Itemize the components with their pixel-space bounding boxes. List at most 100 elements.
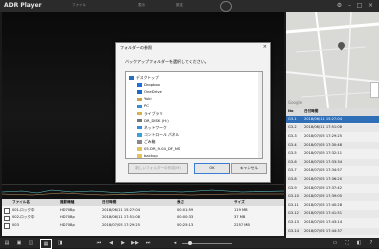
list-item-time: 2018/07/05 17:39:05 <box>304 194 342 199</box>
table-cell-date: 2018/07/05 17:29:25 <box>102 222 140 227</box>
cancel-button[interactable]: キャンセル <box>231 163 267 174</box>
g-sensor-chart <box>2 189 284 196</box>
tree-node-label: Yuki <box>144 96 152 102</box>
list-item-no: G3-3 <box>288 134 297 138</box>
volume-icon[interactable]: ◂ <box>170 239 180 247</box>
list-item[interactable]: G3-12 2018/07/05 17:41:51 <box>286 210 379 218</box>
table-cell-name: 001-ロック中 <box>12 207 35 212</box>
list-item-time: 2018/06/11 15:27:04 <box>304 116 342 121</box>
tree-scrollbar[interactable] <box>258 72 262 158</box>
list-item[interactable]: G3-9 2018/07/05 17:37:42 <box>286 185 379 193</box>
dialog-close-icon[interactable]: × <box>263 44 267 50</box>
list-item-time: 2018/07/05 17:41:51 <box>304 211 342 216</box>
zoom-control[interactable] <box>370 82 379 98</box>
next-icon[interactable]: ⏭ <box>143 239 153 247</box>
list-item-time: 2018/07/05 17:32:11 <box>304 151 342 156</box>
tree-node-label: ごみ箱 <box>144 138 156 144</box>
menu-settings[interactable]: 設定 <box>176 3 183 8</box>
list-item[interactable]: G3-2 2018/06/11 17:51:08 <box>286 124 379 132</box>
snapshot-icon[interactable]: ◫ <box>26 239 36 247</box>
table-cell-date: 2018/06/11 17:51:08 <box>102 215 140 219</box>
list-item[interactable]: G3-8 2018/07/05 17:36:20 <box>286 176 379 184</box>
table-cell-name: 003 <box>12 222 19 227</box>
table-cell-size: 2257 MB <box>234 222 250 227</box>
minimize-icon[interactable]: – <box>346 2 353 9</box>
tree-node-label: 05.DR_9.04_DF_NS <box>144 146 181 151</box>
list-item-no: G3-13 <box>288 220 299 224</box>
row-checkbox[interactable] <box>4 223 10 229</box>
tree-node[interactable]: backup <box>137 152 158 159</box>
list-item[interactable]: G3-7 2018/07/05 17:34:57 <box>286 167 379 175</box>
split-icon[interactable]: ◧ <box>354 239 364 247</box>
rewind-icon[interactable]: ◀ <box>106 239 116 247</box>
maximize-icon[interactable]: □ <box>356 2 363 9</box>
tree-node-label: backup <box>144 153 158 159</box>
print-icon[interactable]: ◨ <box>55 239 65 247</box>
list-item[interactable]: G3-6 2018/07/05 17:33:34 <box>286 158 379 167</box>
list-header-time: 日付時間 <box>304 109 319 113</box>
list-header: No 日付時間 <box>286 108 379 116</box>
tree-node-label: ライブラリ <box>144 110 163 116</box>
list-item-no: G3-4 <box>288 142 297 147</box>
new-folder-button[interactable]: 新しいフォルダーの作成(M) <box>128 163 188 174</box>
tree-node-label: DR_DISK (H:) <box>144 117 169 123</box>
table-cell-model: HD70Bp <box>60 207 75 212</box>
list-item-no: G3-11 <box>288 202 299 207</box>
play-icon[interactable]: ▶ <box>118 239 128 247</box>
ok-button[interactable]: OK <box>194 163 230 174</box>
dialog-title: フォルダーの参照 <box>120 45 152 50</box>
col-length: 長さ <box>177 200 185 204</box>
tree-node-label: ネットワーク <box>144 124 167 130</box>
map-view[interactable]: Google <box>286 12 379 108</box>
gps-icon[interactable] <box>220 1 232 12</box>
list-item[interactable]: G3-10 2018/07/05 17:39:05 <box>286 193 379 201</box>
forward-icon[interactable]: ▶▶ <box>130 239 140 247</box>
tree-node-label: デスクトップ <box>136 75 159 80</box>
tree-node-label: コントロール パネル <box>144 131 180 137</box>
list-item[interactable]: G3-14 2018/07/05 17:44:37 <box>286 227 379 236</box>
list-item-time: 2018/07/05 17:34:57 <box>304 168 342 173</box>
volume-handle[interactable] <box>188 241 192 245</box>
list-item-no: G3-6 <box>288 159 297 164</box>
list-item[interactable]: G3-5 2018/07/05 17:32:11 <box>286 150 379 158</box>
list-item-no: G3-2 <box>288 125 297 130</box>
table-row[interactable]: 001-ロック中 HD70Bp 2018/06/11 15:27:04 00:01:5… <box>2 207 284 214</box>
table-row[interactable]: 003 HD70Bp 2018/07/05 17:29:25 00:25:13 2257… <box>2 222 284 229</box>
menu-view[interactable]: 表示 <box>138 3 145 8</box>
folder-icon <box>137 154 142 158</box>
row-checkbox[interactable] <box>4 215 10 221</box>
list-item-time: 2018/07/05 17:43:14 <box>304 220 342 224</box>
network-icon <box>137 125 142 130</box>
tree-node-label: PC <box>144 103 149 109</box>
library-icon <box>137 111 142 116</box>
col-date: 日付時間 <box>102 200 117 204</box>
table-cell-len: 00:00:33 <box>177 215 194 219</box>
menu-file[interactable]: ファイル <box>72 3 86 8</box>
col-model: 撮影機種 <box>60 200 75 204</box>
settings-icon[interactable]: ⚙ <box>336 2 343 9</box>
close-icon[interactable]: × <box>367 2 374 9</box>
open-folder-icon[interactable]: ▤ <box>2 239 12 247</box>
list-item[interactable]: G3-4 2018/07/05 17:30:48 <box>286 141 379 150</box>
list-item-no: G3-14 <box>288 228 299 233</box>
save-icon[interactable]: ▣ <box>14 239 24 247</box>
row-checkbox[interactable] <box>4 208 10 214</box>
list-item-no: G3-9 <box>288 185 297 190</box>
fullscreen-icon[interactable]: ⛶ <box>342 239 352 247</box>
list-item-no: G3-10 <box>288 194 299 199</box>
table-cell-len: 00:25:13 <box>177 222 194 227</box>
list-item-time: 2018/07/05 17:30:48 <box>304 142 342 147</box>
list-item[interactable]: G3-13 2018/07/05 17:43:14 <box>286 219 379 227</box>
prev-icon[interactable]: ⏮ <box>94 239 104 247</box>
help-icon[interactable]: ? <box>366 239 376 247</box>
list-header-no: No <box>288 109 294 113</box>
sensor-graph[interactable] <box>2 184 284 199</box>
list-item[interactable]: G3-3 2018/07/05 17:29:25 <box>286 133 379 141</box>
layout-icon[interactable]: ▭ <box>330 239 340 247</box>
list-item[interactable]: G3-1 2018/06/11 15:27:04 <box>286 115 379 124</box>
folder-tree[interactable]: デスクトップ Dropbox OneDrive Yuki PC ライブラリ DR_DISK … <box>125 71 263 159</box>
onedrive-icon <box>137 90 142 94</box>
table-row[interactable]: 002-ロック中 HD70Bp 2018/06/11 17:51:08 00:00:3… <box>2 214 284 221</box>
list-item[interactable]: G3-11 2018/07/05 17:40:28 <box>286 202 379 210</box>
table-cell-model: HD70Bp <box>60 215 75 219</box>
